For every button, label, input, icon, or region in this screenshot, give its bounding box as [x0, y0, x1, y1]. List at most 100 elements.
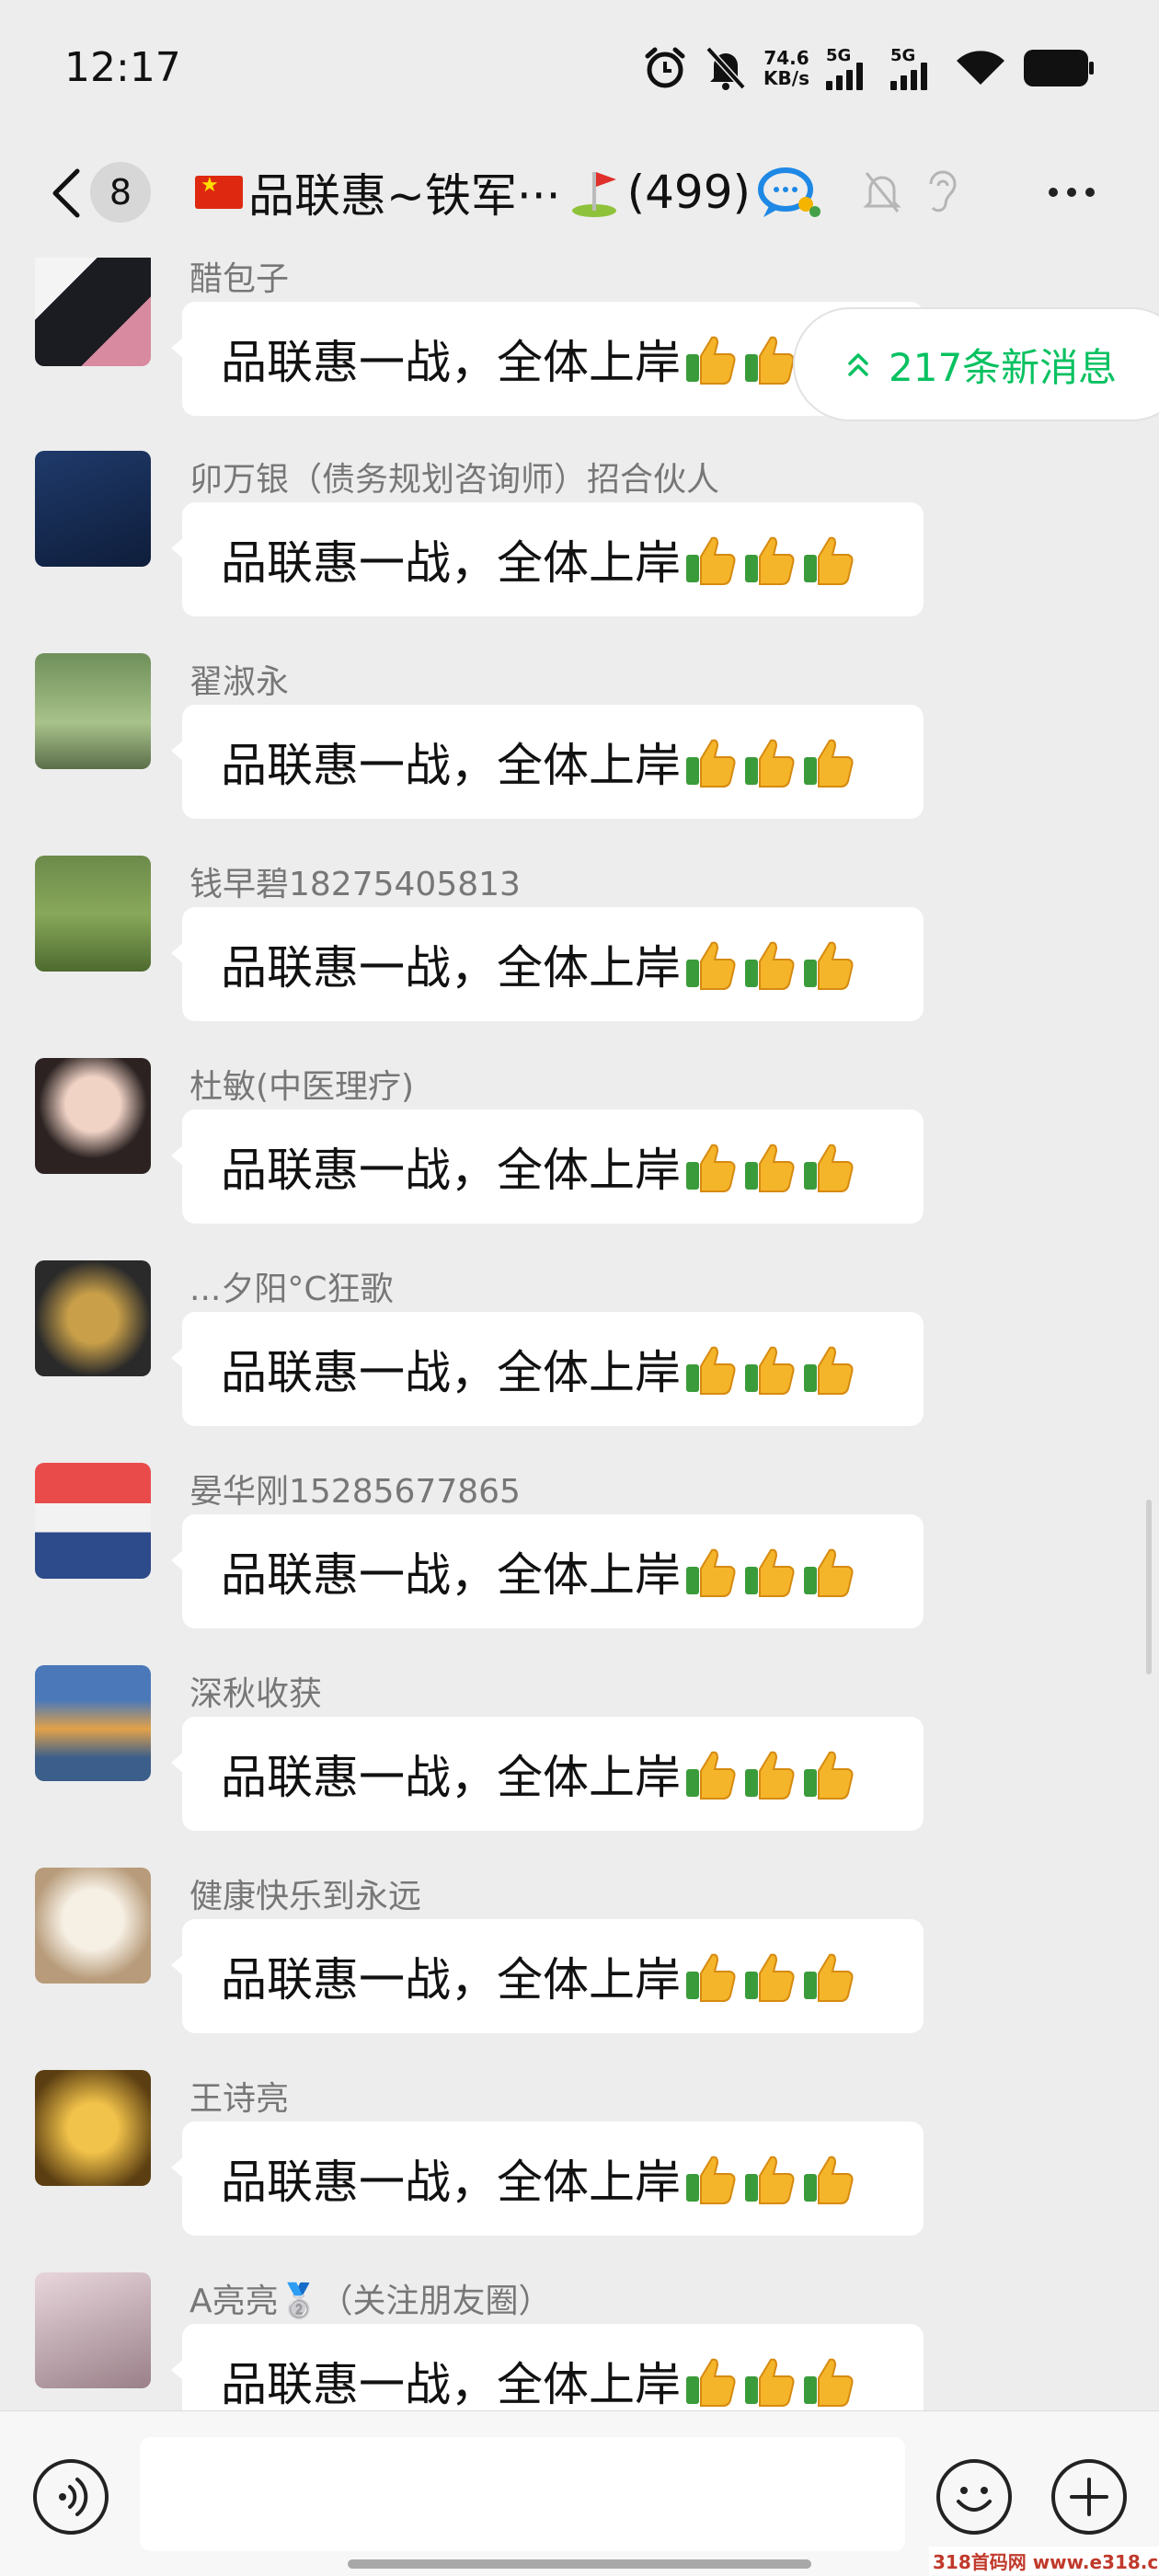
avatar[interactable]: [35, 451, 151, 567]
message-bubble[interactable]: 品联惠一战，全体上岸: [171, 1919, 924, 2033]
avatar[interactable]: [35, 856, 151, 972]
thumbs-up-icon: [802, 1545, 855, 1598]
sender-name[interactable]: 健康快乐到永远: [189, 1869, 421, 1917]
thumbs-up-icon: [802, 1949, 855, 2003]
sender-name[interactable]: 钱早碧18275405813: [189, 857, 521, 905]
message-row: 健康快乐到永远品联惠一战，全体上岸: [0, 1868, 1159, 2070]
battery-icon: [1024, 50, 1094, 86]
thumbs-up-icon: [684, 1747, 738, 1800]
thumbs-up-icon: [743, 533, 797, 586]
sender-name[interactable]: 醋包子: [189, 258, 289, 300]
thumbs-up-icon: [802, 1342, 855, 1396]
message-text: 品联惠一战，全体上岸: [221, 2156, 681, 2209]
chat-header: 8 品联惠~铁军··· (499): [0, 138, 1159, 258]
thumbs-up-icon: [684, 1342, 738, 1396]
avatar[interactable]: [35, 1463, 151, 1579]
message-input[interactable]: [140, 2437, 905, 2551]
thumbs-up-icon: [684, 533, 738, 586]
avatar[interactable]: [35, 653, 151, 769]
avatar[interactable]: [35, 1058, 151, 1174]
back-icon[interactable]: [42, 166, 98, 221]
thumbs-up-icon: [802, 1140, 855, 1193]
message-text: 品联惠一战，全体上岸: [221, 1548, 681, 1602]
thumbs-up-icon: [743, 1545, 797, 1598]
message-row: 卯万银（债务规划咨询师）招合伙人 品联惠一战，全体上岸: [0, 451, 1159, 653]
thumbs-up-emojis: [684, 1949, 855, 2003]
message-row: 晏华刚15285677865 品联惠一战，全体上岸: [0, 1463, 1159, 1665]
message-text: 品联惠一战，全体上岸: [221, 1346, 681, 1399]
message-bubble[interactable]: 品联惠一战，全体上岸: [171, 705, 924, 819]
sender-name[interactable]: 晏华刚15285677865: [189, 1465, 521, 1512]
thumbs-up-icon: [802, 2354, 855, 2408]
plus-button[interactable]: [1051, 2459, 1127, 2535]
thumbs-up-icon: [802, 937, 855, 991]
plus-icon: [1070, 2478, 1108, 2516]
message-bubble[interactable]: 品联惠一战，全体上岸: [171, 1717, 924, 1831]
message-row: 钱早碧18275405813 品联惠一战，全体上岸: [0, 856, 1159, 1058]
scrollbar[interactable]: [1146, 1500, 1152, 1674]
sender-name[interactable]: ...夕阳°C狂歌: [189, 1262, 393, 1310]
group-title-text: 品联惠~铁军···: [248, 169, 561, 223]
message-bubble[interactable]: 品联惠一战，全体上岸: [171, 907, 924, 1021]
message-row: 杜敏(中医理疗) 品联惠一战，全体上岸: [0, 1058, 1159, 1260]
message-text: 品联惠一战，全体上岸: [221, 1953, 681, 2007]
message-list[interactable]: 醋包子 品联惠一战，全体上岸 卯万银（债务规划咨询师）招合伙人 品联惠一战，全体上岸翟…: [0, 258, 1159, 2410]
golf-icon: [571, 172, 616, 217]
sender-name[interactable]: A亮亮🥈（关注朋友圈）: [189, 2274, 551, 2322]
thumbs-up-icon: [802, 2152, 855, 2205]
avatar[interactable]: [35, 2070, 151, 2186]
thumbs-up-icon: [743, 1747, 797, 1800]
thumbs-up-emojis: [684, 1747, 855, 1800]
wifi-icon: [957, 51, 1004, 85]
thumbs-up-icon: [743, 1949, 797, 2003]
group-title[interactable]: 品联惠~铁军··· (499): [195, 158, 822, 226]
message-row: A亮亮🥈（关注朋友圈） 品联惠一战，全体上岸: [0, 2272, 1159, 2410]
message-text: 品联惠一战，全体上岸: [221, 739, 681, 792]
net-speed: 74.6 KB/s: [763, 48, 809, 88]
avatar[interactable]: [35, 1665, 151, 1781]
message-text: 品联惠一战，全体上岸: [221, 941, 681, 995]
thumbs-up-icon: [684, 735, 738, 788]
chat-bubble-icon: [758, 167, 821, 217]
more-icon[interactable]: [1049, 188, 1095, 197]
sender-name[interactable]: 王诗亮: [189, 2072, 289, 2120]
avatar[interactable]: [35, 1260, 151, 1376]
mute-icon: [706, 46, 746, 90]
signal-icon: 5G: [890, 46, 938, 90]
signal-icon: 5G: [826, 46, 874, 90]
avatar[interactable]: [35, 1868, 151, 1984]
sender-name[interactable]: 深秋收获: [189, 1667, 322, 1715]
unread-count-badge[interactable]: 8: [90, 162, 151, 223]
home-indicator[interactable]: [348, 2559, 811, 2569]
avatar[interactable]: [35, 258, 151, 366]
sender-name[interactable]: 翟淑永: [189, 655, 289, 703]
alarm-icon: [645, 47, 685, 88]
status-time: 12:17: [64, 44, 181, 91]
thumbs-up-icon: [684, 332, 738, 385]
thumbs-up-icon: [743, 937, 797, 991]
message-row: 翟淑永品联惠一战，全体上岸: [0, 653, 1159, 856]
thumbs-up-emojis: [684, 1545, 855, 1598]
message-bubble[interactable]: 品联惠一战，全体上岸: [171, 2122, 924, 2236]
sender-name[interactable]: 卯万银（债务规划咨询师）招合伙人: [189, 453, 719, 500]
message-row: 深秋收获品联惠一战，全体上岸: [0, 1665, 1159, 1868]
sender-name[interactable]: 杜敏(中医理疗): [189, 1060, 414, 1108]
message-bubble[interactable]: 品联惠一战，全体上岸: [171, 1514, 924, 1628]
message-bubble[interactable]: 品联惠一战，全体上岸: [171, 2324, 924, 2410]
message-bubble[interactable]: 品联惠一战，全体上岸: [171, 502, 924, 616]
thumbs-up-icon: [684, 1949, 738, 2003]
thumbs-up-icon: [684, 1545, 738, 1598]
message-bubble[interactable]: 品联惠一战，全体上岸: [171, 1312, 924, 1426]
avatar[interactable]: [35, 2272, 151, 2388]
watermark: 318首码网 www.e318.com: [929, 2547, 1159, 2575]
thumbs-up-emojis: [684, 937, 855, 991]
message-text: 品联惠一战，全体上岸: [221, 1751, 681, 1804]
emoji-button[interactable]: [936, 2459, 1012, 2535]
thumbs-up-icon: [684, 1140, 738, 1193]
thumbs-up-emojis: [684, 735, 855, 788]
new-messages-button[interactable]: 217条新消息: [793, 307, 1159, 421]
voice-button[interactable]: [33, 2459, 109, 2535]
ear-icon[interactable]: [924, 167, 960, 215]
bell-off-icon[interactable]: [863, 169, 901, 215]
message-bubble[interactable]: 品联惠一战，全体上岸: [171, 1110, 924, 1224]
